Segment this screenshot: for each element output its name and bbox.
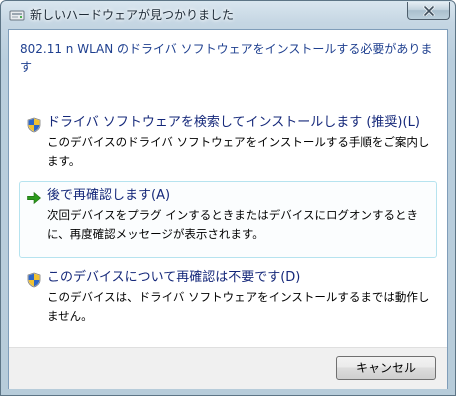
cancel-button[interactable]: キャンセル [336, 356, 436, 380]
option-title: 後で再確認します(A) [47, 188, 171, 203]
shield-icon [26, 117, 42, 133]
shield-icon [26, 272, 42, 288]
option-search-and-install[interactable]: ドライバ ソフトウェアを検索してインストールします (推奨)(L) このデバイス… [19, 108, 437, 168]
close-button[interactable] [407, 2, 450, 20]
option-do-not-ask-again[interactable]: このデバイスについて再確認は不要です(D) このデバイスは、ドライバ ソフトウェ… [19, 263, 437, 327]
close-icon [423, 6, 435, 16]
option-title: ドライバ ソフトウェアを検索してインストールします (推奨)(L) [47, 115, 420, 130]
option-title: このデバイスについて再確認は不要です(D) [47, 270, 301, 285]
option-description: 次回デバイスをプラグ インするときまたはデバイスにログオンするときに、再度確認メ… [47, 208, 418, 241]
option-description: このデバイスは、ドライバ ソフトウェアをインストールするまでは動作しません。 [47, 290, 430, 323]
hardware-device-icon [9, 7, 25, 21]
option-description: このデバイスのドライバ ソフトウェアをインストールする手順をご案内します。 [47, 135, 430, 168]
install-required-message: 802.11 n WLAN のドライバ ソフトウェアをインストールする必要があり… [20, 42, 433, 74]
dialog-window: 新しいハードウェアが見つかりました 802.11 n WLAN のドライバ ソフ… [0, 0, 456, 396]
button-bar: キャンセル [9, 347, 447, 389]
window-title: 新しいハードウェアが見つかりました [30, 8, 235, 22]
title-bar[interactable]: 新しいハードウェアが見つかりました [1, 1, 455, 28]
dialog-content: 802.11 n WLAN のドライバ ソフトウェアをインストールする必要があり… [8, 29, 448, 389]
green-arrow-icon [26, 190, 42, 206]
option-ask-later[interactable]: 後で再確認します(A) 次回デバイスをプラグ インするときまたはデバイスにログオ… [19, 181, 437, 258]
